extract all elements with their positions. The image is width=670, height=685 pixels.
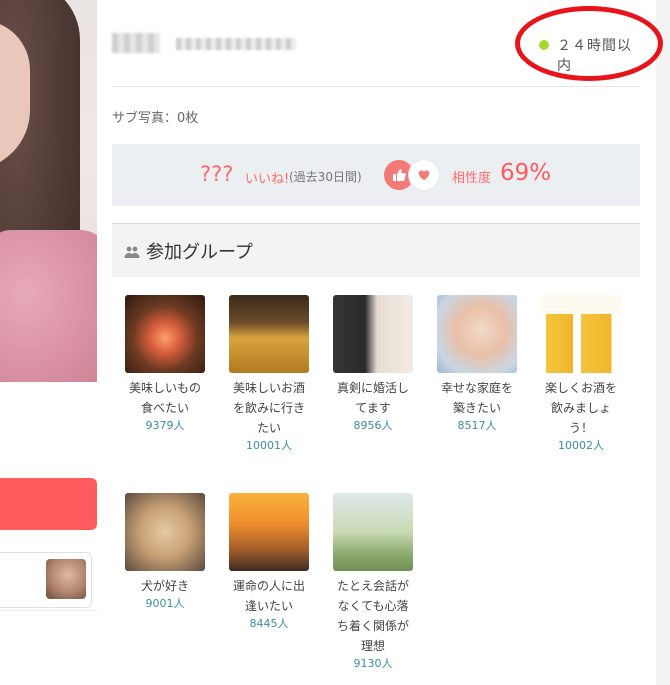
user-name-blurred bbox=[112, 33, 160, 53]
family-photo bbox=[437, 295, 517, 373]
like-label: いいね! bbox=[245, 172, 290, 187]
divider bbox=[0, 610, 97, 611]
group-member-count: 8445人 bbox=[249, 617, 289, 630]
people-icon bbox=[124, 244, 140, 263]
group-item[interactable]: 運命の人に出逢いたい 8445人 bbox=[224, 493, 314, 632]
group-item[interactable]: 美味しいもの食べたい 9379人 bbox=[120, 295, 210, 434]
profile-photo[interactable] bbox=[0, 0, 97, 382]
group-section-title: 参加グループ bbox=[146, 242, 253, 263]
affinity-value: 69% bbox=[500, 160, 552, 186]
online-dot-icon bbox=[539, 40, 549, 50]
group-member-count: 9001人 bbox=[145, 597, 185, 610]
group-member-count: 9130人 bbox=[353, 657, 393, 670]
group-name: 運命の人に出逢いたい bbox=[232, 579, 305, 613]
group-name: 犬が好き bbox=[140, 579, 189, 593]
profile-main: ２４時間以内 サブ写真：0枚 ??? いいね! (過去30日間) 相性度 69%… bbox=[112, 0, 663, 685]
group-name: 楽しくお酒を飲みましょう！ bbox=[544, 381, 617, 435]
heart-icon[interactable] bbox=[409, 160, 439, 190]
couple-photo bbox=[333, 295, 413, 373]
stats-bar bbox=[112, 144, 640, 206]
sunset-hands-photo bbox=[229, 493, 309, 571]
avatar bbox=[46, 559, 86, 599]
divider bbox=[112, 86, 640, 87]
scrollbar[interactable] bbox=[656, 0, 670, 685]
sub-photo-count: サブ写真：0枚 bbox=[112, 111, 199, 126]
group-name: 真剣に婚活してます bbox=[336, 381, 409, 415]
group-member-count: 9379人 bbox=[145, 419, 185, 432]
sushi-photo bbox=[125, 295, 205, 373]
group-item[interactable]: 真剣に婚活してます 8956人 bbox=[328, 295, 418, 434]
group-member-count: 8956人 bbox=[353, 419, 393, 432]
like-button[interactable] bbox=[0, 478, 97, 530]
beer-glasses-photo bbox=[541, 295, 621, 373]
group-name: 美味しいお酒を飲みに行きたい bbox=[232, 381, 305, 435]
online-status: ２４時間以内 bbox=[557, 38, 632, 74]
left-column bbox=[0, 0, 97, 685]
group-item[interactable]: 犬が好き 9001人 bbox=[120, 493, 210, 612]
group-member-count: 10001人 bbox=[246, 439, 292, 452]
group-name: 美味しいもの食べたい bbox=[128, 381, 201, 415]
message-card[interactable] bbox=[0, 552, 92, 608]
beer-toast-photo bbox=[229, 295, 309, 373]
group-member-count: 10002人 bbox=[558, 439, 604, 452]
group-name: たとえ会話がなくても心落ち着く関係が理想 bbox=[336, 579, 409, 653]
group-item[interactable]: 幸せな家庭を築きたい 8517人 bbox=[432, 295, 522, 434]
user-id-blurred bbox=[176, 38, 296, 50]
group-name: 幸せな家庭を築きたい bbox=[440, 381, 513, 415]
group-section-header: 参加グループ bbox=[112, 223, 640, 277]
group-item[interactable]: 楽しくお酒を飲みましょう！ 10002人 bbox=[536, 295, 626, 454]
park-couple-photo bbox=[333, 493, 413, 571]
group-member-count: 8517人 bbox=[457, 419, 497, 432]
group-item[interactable]: 美味しいお酒を飲みに行きたい 10001人 bbox=[224, 295, 314, 454]
affinity-label: 相性度 bbox=[452, 171, 492, 186]
group-item[interactable]: たとえ会話がなくても心落ち着く関係が理想 9130人 bbox=[328, 493, 418, 672]
like-period: (過去30日間) bbox=[289, 170, 362, 184]
dog-photo bbox=[125, 493, 205, 571]
like-count: ??? bbox=[200, 162, 234, 186]
